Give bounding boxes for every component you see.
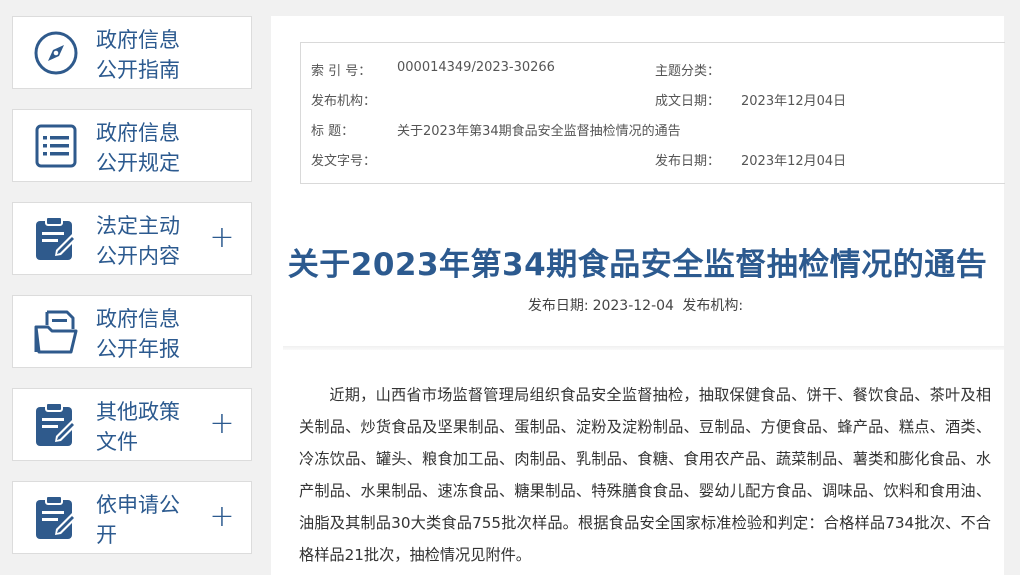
label-line-2: 公开内容 xyxy=(96,244,180,268)
sidebar-item-other-policies[interactable]: 其他政策 文件 + xyxy=(12,388,252,461)
sidebar-item-label: 政府信息 公开年报 xyxy=(96,304,206,364)
sidebar-item-annual-report[interactable]: 政府信息 公开年报 xyxy=(12,295,252,368)
publish-info: 发布日期: 2023-12-04 发布机构: xyxy=(271,295,1004,315)
sidebar-item-label: 法定主动 公开内容 xyxy=(96,211,206,271)
index-number-label: 索 引 号： xyxy=(311,64,372,79)
sidebar-item-statutory-content[interactable]: 法定主动 公开内容 + xyxy=(12,202,252,275)
doc-number-label: 发文字号： xyxy=(311,154,377,169)
clipboard-edit-icon xyxy=(33,495,79,541)
clipboard-edit-icon xyxy=(33,402,79,448)
sidebar-item-label: 政府信息 公开指南 xyxy=(96,25,206,85)
label-line-2: 开 xyxy=(96,523,117,547)
label-line-1: 其他政策 xyxy=(96,400,180,424)
article-body: 近期，山西省市场监督管理局组织食品安全监督抽检，抽取保健食品、饼干、餐饮食品、茶… xyxy=(299,386,991,564)
expand-plus-icon[interactable]: + xyxy=(209,501,235,533)
label-line-1: 政府信息 xyxy=(96,28,180,52)
label-line-1: 政府信息 xyxy=(96,307,180,331)
label-line-2: 公开年报 xyxy=(96,337,180,361)
pub-date-value: 2023-12-04 xyxy=(592,298,674,314)
index-number-value: 000014349/2023-30266 xyxy=(397,60,555,75)
sidebar-item-on-request[interactable]: 依申请公 开 + xyxy=(12,481,252,554)
doc-title-value: 关于2023年第34期食品安全监督抽检情况的通告 xyxy=(397,124,681,139)
label-line-1: 政府信息 xyxy=(96,121,180,145)
expand-plus-icon[interactable]: + xyxy=(209,408,235,440)
label-line-2: 公开指南 xyxy=(96,58,180,82)
issuer-label: 发布机构： xyxy=(311,94,377,109)
sidebar-item-label: 政府信息 公开规定 xyxy=(96,118,206,178)
section-divider xyxy=(283,346,1004,350)
list-document-icon xyxy=(33,123,79,169)
topic-label: 主题分类： xyxy=(655,64,721,79)
published-date-label: 发布日期： xyxy=(655,154,721,169)
created-date-value: 2023年12月04日 xyxy=(741,94,847,109)
sidebar-item-label: 其他政策 文件 xyxy=(96,397,206,457)
label-line-2: 文件 xyxy=(96,430,138,454)
published-date-value: 2023年12月04日 xyxy=(741,154,847,169)
created-date-label: 成文日期： xyxy=(655,94,721,109)
compass-icon xyxy=(33,30,79,76)
sidebar-item-label: 依申请公 开 xyxy=(96,490,206,550)
article-title: 关于2023年第34期食品安全监督抽检情况的通告 xyxy=(287,247,988,283)
sidebar-item-guide[interactable]: 政府信息 公开指南 xyxy=(12,16,252,89)
sidebar-item-regulations[interactable]: 政府信息 公开规定 xyxy=(12,109,252,182)
label-line-2: 公开规定 xyxy=(96,151,180,175)
label-line-1: 法定主动 xyxy=(96,214,180,238)
open-folder-icon xyxy=(33,309,79,355)
metadata-table: 索 引 号： 000014349/2023-30266 主题分类： 发布机构： … xyxy=(300,42,1005,184)
label-line-1: 依申请公 xyxy=(96,493,180,517)
pub-date-label: 发布日期: xyxy=(527,298,589,314)
clipboard-edit-icon xyxy=(33,216,79,262)
pub-org-label: 发布机构: xyxy=(682,298,744,314)
doc-title-label: 标 题： xyxy=(311,124,355,139)
article-panel: 索 引 号： 000014349/2023-30266 主题分类： 发布机构： … xyxy=(271,16,1005,575)
expand-plus-icon[interactable]: + xyxy=(209,222,235,254)
